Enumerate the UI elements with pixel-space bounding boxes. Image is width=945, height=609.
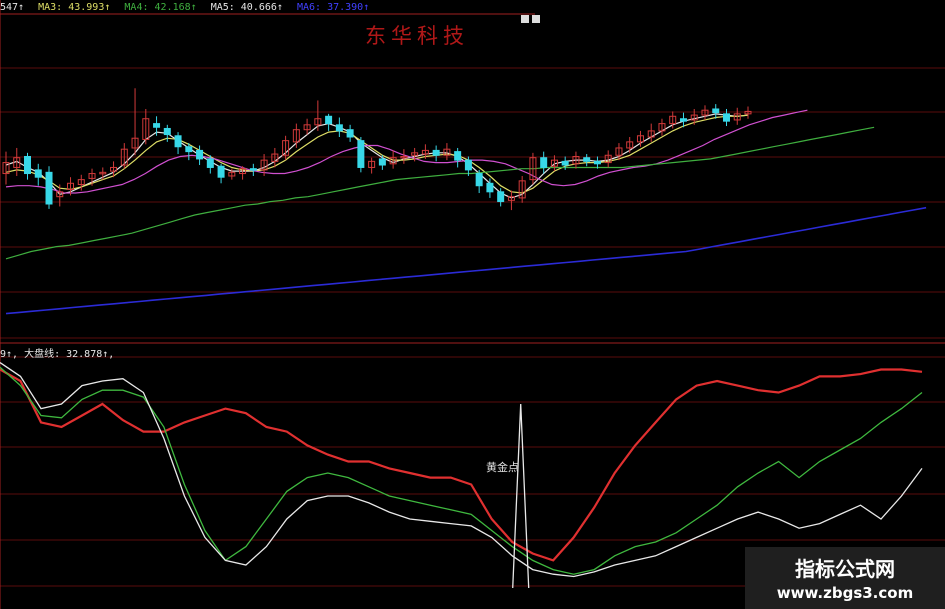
candle-body	[249, 168, 257, 171]
candle-body	[540, 157, 548, 168]
candle-body	[454, 151, 462, 161]
ma2-value: 547↑	[0, 2, 25, 13]
grid-lines	[0, 0, 945, 609]
ma4-value: MA4: 42.168↑	[124, 2, 197, 13]
candle-body	[497, 191, 505, 203]
ma5-value: MA5: 40.666↑	[210, 2, 283, 13]
golden-point-annotation: 黄金点	[486, 461, 519, 474]
candle-body	[196, 149, 204, 160]
candle-body	[185, 146, 193, 153]
stock-title: 东华科技	[365, 24, 469, 48]
window-controls[interactable]	[518, 8, 540, 27]
candle-body	[679, 118, 687, 122]
candle-body	[432, 149, 440, 156]
watermark: 指标公式网 www.zbgs3.com	[745, 547, 945, 609]
candle-body	[486, 182, 494, 193]
restore-icon[interactable]	[521, 15, 529, 23]
ma-line-ma7	[5, 206, 927, 315]
ma3-value: MA3: 43.993↑	[38, 2, 111, 13]
indicator-legend: 9↑, 大盘线: 32.878↑,	[0, 349, 115, 360]
ma6-value: MA6: 37.390↑	[296, 2, 370, 13]
candle-body	[475, 173, 483, 187]
candle-body	[325, 115, 333, 125]
indicator-line-1	[0, 366, 923, 575]
price-panel	[2, 88, 927, 315]
candle-body	[378, 158, 386, 166]
candle-body	[346, 129, 354, 138]
indicator-line-2	[0, 362, 923, 578]
golden-point-spike	[512, 403, 530, 589]
candle-body	[163, 127, 171, 136]
candle-body	[357, 140, 365, 168]
ma-line-ma5	[5, 109, 808, 194]
candle-body	[45, 171, 53, 205]
candle-body	[335, 124, 343, 132]
ma-legend: 547↑ MA3: 43.993↑ MA4: 42.168↑ MA5: 40.6…	[0, 2, 377, 13]
candle-body	[153, 123, 161, 128]
ma-line-ma6	[5, 126, 875, 260]
candle-body	[206, 158, 214, 168]
candle-body	[722, 113, 730, 122]
candle-body	[174, 135, 182, 148]
candle-body	[24, 155, 32, 175]
candle-body	[34, 169, 42, 178]
candle-body	[583, 157, 591, 162]
chart-canvas	[0, 0, 945, 609]
candle-body	[712, 108, 720, 114]
candle-body	[217, 165, 225, 178]
candle-body	[464, 159, 472, 171]
watermark-url: www.zbgs3.com	[776, 584, 914, 602]
candle-body	[561, 160, 569, 166]
candle-body	[593, 160, 601, 165]
close-icon[interactable]	[532, 15, 540, 23]
watermark-title: 指标公式网	[795, 557, 895, 581]
